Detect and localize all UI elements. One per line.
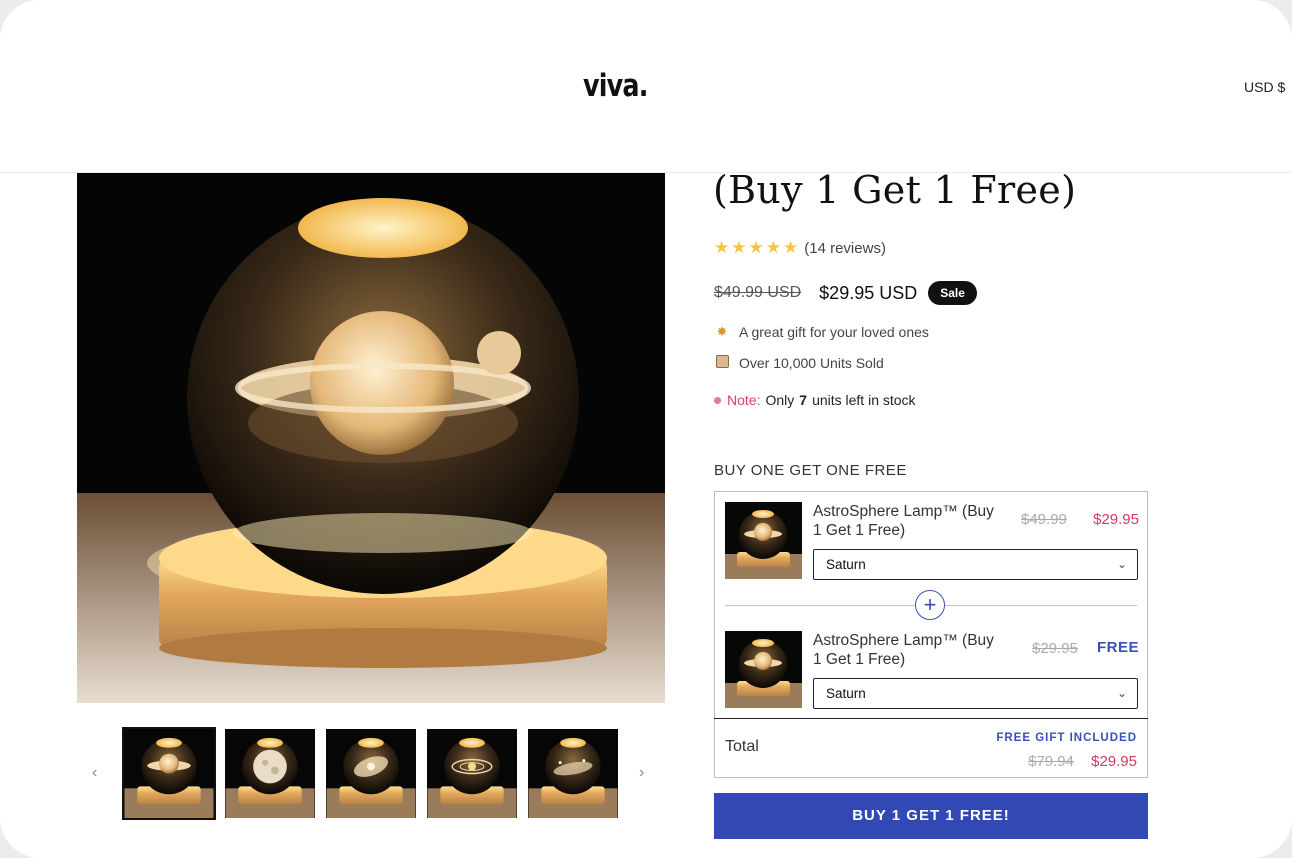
- variant-select-value: Saturn: [826, 557, 866, 572]
- feature-text: A great gift for your loved ones: [739, 324, 929, 340]
- product-rating[interactable]: ★ ★ ★ ★ ★ (14 reviews): [714, 238, 886, 258]
- currency-selector[interactable]: USD $: [1244, 79, 1285, 95]
- bundle-item-old-price: $29.95: [1032, 640, 1078, 657]
- thumbnail-next-button[interactable]: ›: [639, 764, 644, 782]
- chevron-down-icon: ⌄: [1116, 557, 1127, 571]
- thumbnail-prev-button[interactable]: ‹: [92, 764, 97, 782]
- stock-prefix: Only: [765, 392, 795, 408]
- sparkle-icon: ✸: [716, 324, 728, 339]
- feature-units-sold: Over 10,000 Units Sold: [714, 355, 884, 371]
- compare-at-price: $49.99 USD: [714, 284, 802, 301]
- product-title: (Buy 1 Get 1 Free): [713, 168, 1077, 212]
- variant-select-value: Saturn: [826, 686, 866, 701]
- bundle-total-row: Total FREE GIFT INCLUDED $79.94 $29.95: [714, 718, 1148, 778]
- variant-select[interactable]: Saturn ⌄: [813, 549, 1138, 580]
- free-gift-label: FREE GIFT INCLUDED: [996, 732, 1137, 744]
- total-label: Total: [725, 738, 759, 755]
- sale-price: $29.95 USD: [819, 282, 918, 303]
- thumbnail-milky-way[interactable]: [528, 729, 618, 818]
- chevron-down-icon: ⌄: [1116, 686, 1127, 700]
- bundle-item-old-price: $49.99: [1021, 511, 1067, 528]
- thumbnail-saturn[interactable]: [122, 727, 216, 820]
- star-icon: ★: [714, 238, 730, 257]
- note-label: Note:: [727, 392, 761, 408]
- total-price: $29.95: [1091, 753, 1137, 770]
- thumbnail-moon[interactable]: [225, 729, 315, 818]
- bundle-item-name: AstroSphere Lamp™ (Buy 1 Get 1 Free): [813, 503, 994, 539]
- bundle-heading: BUY ONE GET ONE FREE: [714, 462, 907, 479]
- star-icon: ★: [748, 238, 764, 257]
- thumbnail-galaxy[interactable]: [326, 729, 416, 818]
- page-frame: viva. USD $ ‹ › (Buy 1 Get 1 Free) ★ ★ ★…: [0, 0, 1292, 858]
- box-icon: [714, 355, 730, 371]
- star-icon: ★: [765, 238, 781, 257]
- feature-text: Over 10,000 Units Sold: [739, 355, 884, 371]
- total-old-price: $79.94: [1028, 753, 1074, 770]
- stock-dot-icon: [714, 396, 721, 404]
- stock-count: 7: [799, 392, 808, 408]
- plus-icon: +: [915, 590, 945, 620]
- site-header: viva. USD $: [0, 0, 1292, 173]
- bundle-box: AstroSphere Lamp™ (Buy 1 Get 1 Free) $49…: [714, 491, 1148, 778]
- variant-select[interactable]: Saturn ⌄: [813, 678, 1138, 709]
- site-logo[interactable]: viva.: [583, 68, 648, 104]
- main-product-image[interactable]: [77, 173, 665, 703]
- bundle-item-image: [725, 631, 802, 708]
- thumbnail-solar-system[interactable]: [427, 729, 517, 818]
- bundle-item-name: AstroSphere Lamp™ (Buy 1 Get 1 Free): [813, 632, 994, 668]
- sale-badge: Sale: [928, 281, 977, 305]
- bundle-item-price: FREE: [1096, 639, 1139, 656]
- star-icon: ★: [783, 238, 799, 257]
- bundle-item-image: [725, 502, 802, 579]
- feature-gift: ✸ A great gift for your loved ones: [714, 324, 929, 340]
- star-icon: ★: [731, 238, 747, 257]
- buy-button[interactable]: BUY 1 GET 1 FREE!: [714, 793, 1148, 839]
- price-row: $49.99 USD $29.95 USD Sale: [714, 281, 977, 305]
- stock-note: Note: Only 7 units left in stock: [714, 392, 916, 408]
- stock-suffix: units left in stock: [812, 392, 916, 408]
- bundle-item-price: $29.95: [1093, 511, 1139, 528]
- review-count[interactable]: (14 reviews): [804, 240, 886, 257]
